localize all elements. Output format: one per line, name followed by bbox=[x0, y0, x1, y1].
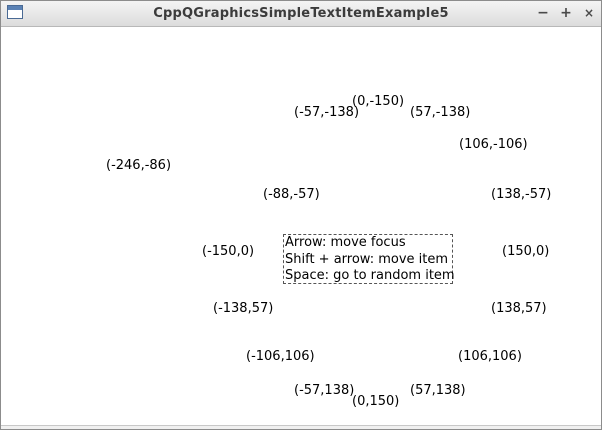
title-bar[interactable]: CppQGraphicsSimpleTextItemExample5 − + × bbox=[1, 1, 601, 27]
instruction-line-move: Shift + arrow: move item bbox=[285, 251, 449, 267]
text-item[interactable]: (-88,-57) bbox=[263, 187, 320, 203]
text-item[interactable]: (-150,0) bbox=[202, 244, 254, 260]
app-window: CppQGraphicsSimpleTextItemExample5 − + ×… bbox=[0, 0, 602, 430]
text-item[interactable]: (106,-106) bbox=[459, 137, 528, 153]
text-item[interactable]: (138,57) bbox=[491, 301, 547, 317]
focused-text-item[interactable]: Arrow: move focus Shift + arrow: move it… bbox=[283, 234, 455, 284]
text-item[interactable]: (-57,138) bbox=[294, 383, 354, 399]
text-item[interactable]: (-106,106) bbox=[246, 349, 315, 365]
text-item[interactable]: (0,-150) bbox=[352, 94, 404, 110]
text-item[interactable]: (-246,-86) bbox=[106, 158, 171, 174]
text-item[interactable]: (0,150) bbox=[352, 394, 399, 410]
minimize-icon[interactable]: − bbox=[534, 4, 552, 22]
text-item[interactable]: (-57,-138) bbox=[294, 105, 359, 121]
instruction-line-random: Space: go to random item bbox=[285, 268, 455, 283]
instruction-line-focus: Arrow: move focus bbox=[285, 235, 406, 250]
text-item[interactable]: (-138,57) bbox=[213, 301, 273, 317]
graphics-scene[interactable]: (0,-150) (-57,-138) (57,-138) (106,-106)… bbox=[1, 27, 601, 427]
text-item[interactable]: (150,0) bbox=[502, 244, 549, 260]
close-icon[interactable]: × bbox=[580, 4, 598, 22]
text-item[interactable]: (57,-138) bbox=[410, 105, 470, 121]
window-title: CppQGraphicsSimpleTextItemExample5 bbox=[153, 6, 449, 21]
text-item[interactable]: (138,-57) bbox=[491, 187, 551, 203]
text-item[interactable]: (106,106) bbox=[458, 349, 522, 365]
text-item[interactable]: (57,138) bbox=[410, 383, 466, 399]
window-bottom-edge bbox=[1, 425, 601, 429]
maximize-icon[interactable]: + bbox=[557, 4, 575, 22]
